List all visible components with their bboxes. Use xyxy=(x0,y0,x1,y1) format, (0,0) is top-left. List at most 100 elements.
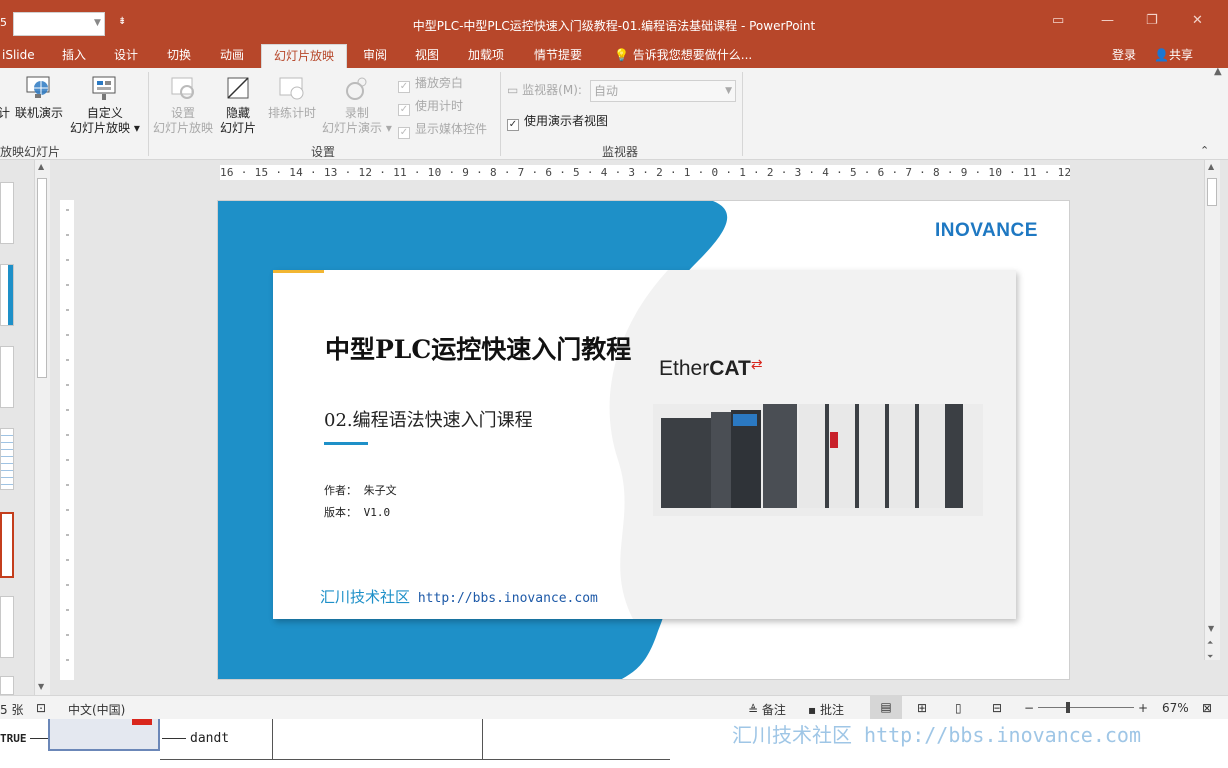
normal-view-icon[interactable]: ▤ xyxy=(870,696,902,719)
footer-url[interactable]: http://bbs.inovance.com xyxy=(418,591,598,606)
record-icon xyxy=(345,77,367,100)
ribbon-separator xyxy=(742,72,743,156)
hide-slide-button[interactable]: 隐藏 幻灯片 xyxy=(220,74,256,136)
scroll-down-icon[interactable]: ▼ xyxy=(38,682,44,691)
subtitle-underline xyxy=(324,442,368,445)
tab-islide[interactable]: iSlide xyxy=(0,44,43,68)
tab-design[interactable]: 设计 xyxy=(106,44,146,68)
play-narrations-checkbox[interactable]: ✓ 播放旁白 xyxy=(398,74,463,93)
accessibility-icon[interactable]: ⊡ xyxy=(36,701,46,715)
fit-slide-icon[interactable]: ⊠ xyxy=(1202,701,1212,715)
next-slide-icon[interactable]: ⏷ xyxy=(1207,652,1213,662)
tell-me-search[interactable]: 💡 告诉我您想要做什么... xyxy=(606,44,760,68)
show-media-controls-checkbox[interactable]: ✓ 显示媒体控件 xyxy=(398,120,487,139)
editor-scrollbar[interactable]: ▲ ▼ ⏶ ⏷ xyxy=(1204,160,1220,662)
plc-hardware-image xyxy=(653,404,983,516)
scroll-down-icon[interactable]: ▼ xyxy=(1208,624,1214,633)
slide-thumbnail[interactable] xyxy=(0,346,14,408)
slide-sorter-icon[interactable]: ⊞ xyxy=(917,701,927,715)
close-icon[interactable]: ✕ xyxy=(1192,13,1203,28)
var-label: dandt xyxy=(190,731,230,746)
thumbnail-scrollbar[interactable]: ▲ ▼ xyxy=(34,160,50,695)
slide-thumbnail[interactable] xyxy=(0,428,14,490)
lightbulb-icon: 💡 xyxy=(614,48,629,62)
comments-button[interactable]: ▪ 批注 xyxy=(808,701,844,718)
presenter-view-checkbox[interactable]: ✓ 使用演示者视图 xyxy=(507,112,608,131)
use-timings-checkbox[interactable]: ✓ 使用计时 xyxy=(398,97,463,116)
tab-review[interactable]: 审阅 xyxy=(355,44,395,68)
ribbon: 计 联机演示 自定义 幻灯片放映 ▾ 放映幻灯片 设置 幻灯片放映 隐藏 幻灯片… xyxy=(0,66,1228,160)
ribbon-display-options-icon[interactable]: ▭ xyxy=(1052,13,1064,28)
ribbon-separator xyxy=(148,72,149,156)
brand-logo: INOVANCE xyxy=(935,220,1038,241)
monitor-select[interactable]: 自动 ▼ xyxy=(590,80,736,102)
scroll-up-icon[interactable]: ▲ xyxy=(1208,162,1214,171)
background-app-strip: TRUE dandt 汇川技术社区 http://bbs.inovance.co… xyxy=(0,719,1228,768)
author-line: 作者： 朱子文 xyxy=(324,482,397,498)
reading-view-icon[interactable]: ▯ xyxy=(955,701,962,715)
scroll-thumb[interactable] xyxy=(1207,178,1217,206)
slide-thumbnail[interactable] xyxy=(0,264,14,326)
footer-community: 汇川技术社区 xyxy=(320,588,411,606)
row-divider xyxy=(160,759,670,760)
setup-slideshow-button[interactable]: 设置 幻灯片放映 xyxy=(153,74,213,136)
from-current-slide-button[interactable]: 计 xyxy=(0,106,10,121)
tab-transitions[interactable]: 切换 xyxy=(159,44,199,68)
tab-storyboard[interactable]: 情节提要 xyxy=(526,44,590,68)
zoom-out-icon[interactable]: − xyxy=(1024,701,1034,715)
monitor-label: ▭ 监视器(M): xyxy=(507,83,582,97)
tab-slideshow[interactable]: 幻灯片放映 xyxy=(261,44,347,68)
language-status[interactable]: 中文(中国) xyxy=(68,701,125,718)
online-present-button[interactable]: 联机演示 xyxy=(15,74,63,121)
title-card: 中型PLC运控快速入门教程 02.编程语法快速入门课程 作者： 朱子文 版本： … xyxy=(273,270,1016,619)
group-label-monitors: 监视器 xyxy=(602,145,639,159)
share-button[interactable]: 👤共享 xyxy=(1146,44,1201,68)
tab-animations[interactable]: 动画 xyxy=(212,44,252,68)
slideshow-view-icon[interactable]: ⊟ xyxy=(992,701,1002,715)
zoom-slider-thumb[interactable] xyxy=(1066,702,1070,713)
slide-count: 5 张 xyxy=(0,703,24,717)
tab-addins[interactable]: 加载项 xyxy=(460,44,512,68)
monitor-icon: ▭ xyxy=(507,83,523,97)
zoom-slider[interactable] xyxy=(1038,707,1134,708)
author-name: 朱子文 xyxy=(363,484,397,497)
author-label: 作者： xyxy=(324,484,357,497)
ribbon-tabs: iSlide 插入 设计 切换 动画 幻灯片放映 审阅 视图 加载项 情节提要 … xyxy=(0,44,1228,68)
version-line: 版本： V1.0 xyxy=(324,504,390,520)
restore-icon[interactable]: ❐ xyxy=(1146,13,1158,28)
slide-canvas[interactable]: INOVANCE 中型PLC运控快速入门教程 02.编程语法快速入门课程 作者：… xyxy=(217,200,1070,680)
setup-slideshow-icon xyxy=(171,77,194,99)
slide-thumbnail[interactable] xyxy=(0,596,14,658)
function-block-line xyxy=(30,738,48,739)
zoom-in-icon[interactable]: + xyxy=(1138,701,1148,715)
previous-slide-icon[interactable]: ⏶ xyxy=(1207,638,1213,648)
ribbon-scroll-icon[interactable]: ▲ xyxy=(1214,66,1222,77)
record-slideshow-button[interactable]: 录制 幻灯片演示 ▾ xyxy=(322,74,392,136)
tab-insert[interactable]: 插入 xyxy=(54,44,94,68)
zoom-level[interactable]: 67% xyxy=(1162,701,1189,715)
minimize-icon[interactable]: — xyxy=(1101,13,1114,28)
chevron-down-icon: ▼ xyxy=(725,86,732,96)
slide-subtitle: 02.编程语法快速入门课程 xyxy=(324,410,533,431)
collapse-ribbon-icon[interactable]: ⌃ xyxy=(1200,144,1209,157)
slide-title: 中型PLC运控快速入门教程 xyxy=(325,335,632,364)
scroll-up-icon[interactable]: ▲ xyxy=(38,162,44,171)
slide-thumbnail-selected[interactable] xyxy=(0,512,14,578)
slide-thumbnail[interactable] xyxy=(0,676,14,695)
ribbon-separator xyxy=(500,72,501,156)
login-link[interactable]: 登录 xyxy=(1104,44,1144,68)
vertical-ruler-ticks xyxy=(66,209,69,661)
vertical-ruler xyxy=(60,200,74,680)
tab-view[interactable]: 视图 xyxy=(407,44,447,68)
scroll-thumb[interactable] xyxy=(37,178,47,378)
custom-slideshow-icon xyxy=(92,76,116,100)
version-label: 版本： xyxy=(324,506,357,519)
group-label-setup: 设置 xyxy=(311,145,336,159)
rehearse-timings-button[interactable]: 排练计时 xyxy=(268,74,316,121)
function-block-red-mark xyxy=(132,719,152,725)
checkbox-check-icon: ✓ xyxy=(398,104,410,116)
comment-icon: ▪ xyxy=(808,703,820,717)
custom-slideshow-button[interactable]: 自定义 幻灯片放映 ▾ xyxy=(70,74,140,136)
slide-thumbnail[interactable] xyxy=(0,182,14,244)
notes-button[interactable]: ≜ 备注 xyxy=(748,701,786,718)
